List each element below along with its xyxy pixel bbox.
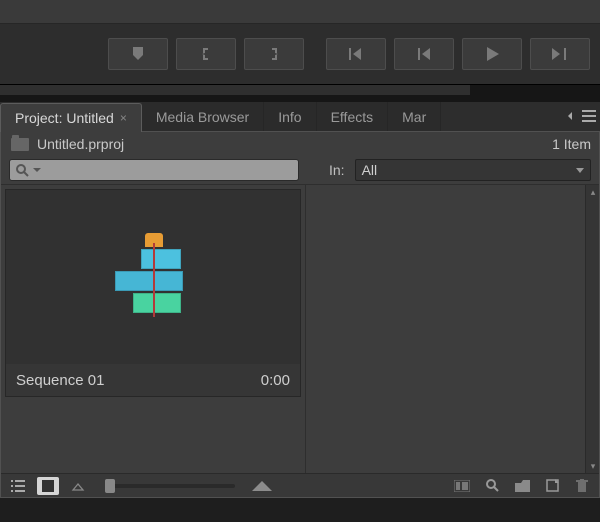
search-input[interactable] <box>9 159 299 181</box>
new-item-button[interactable] <box>541 477 563 495</box>
panel-tabs: Project: Untitled × Media Browser Info E… <box>0 102 600 132</box>
zoom-max-icon <box>251 477 273 495</box>
tab-label: Mar <box>402 109 426 125</box>
scroll-down-arrow[interactable]: ▾ <box>586 459 600 473</box>
brace-right-icon <box>267 47 281 61</box>
chevron-left-icon <box>568 112 572 120</box>
go-to-in-icon <box>347 48 365 60</box>
step-forward-button[interactable] <box>530 38 590 70</box>
filter-dropdown[interactable]: All <box>355 159 591 181</box>
brace-left-icon <box>199 47 213 61</box>
search-row: In: All <box>1 156 599 184</box>
panel-menu-button[interactable] <box>574 106 596 126</box>
play-button[interactable] <box>462 38 522 70</box>
thumbnail-zoom-slider[interactable] <box>105 484 235 488</box>
set-out-button[interactable] <box>244 38 304 70</box>
find-button[interactable] <box>481 477 503 495</box>
in-label: In: <box>329 162 345 178</box>
step-back-button[interactable] <box>394 38 454 70</box>
project-content: Sequence 01 0:00 ▴ ▾ <box>1 184 599 473</box>
folder-icon <box>515 480 530 492</box>
project-filename: Untitled.prproj <box>37 136 124 152</box>
dropdown-value: All <box>362 162 378 178</box>
thumbnail-area[interactable]: Sequence 01 0:00 <box>1 185 306 473</box>
delete-button[interactable] <box>571 477 593 495</box>
tab-label: Info <box>278 109 301 125</box>
list-view-button[interactable] <box>7 477 29 495</box>
play-icon <box>485 47 499 61</box>
project-header: Untitled.prproj 1 Item <box>1 132 599 156</box>
grid-icon <box>42 480 54 492</box>
sequence-icon <box>111 231 195 323</box>
film-icon <box>454 480 470 492</box>
tab-info[interactable]: Info <box>264 102 316 131</box>
search-icon <box>16 164 29 177</box>
tab-label: Project: Untitled <box>15 110 114 126</box>
chevron-down-icon <box>576 168 584 173</box>
trash-icon <box>576 479 588 492</box>
tab-markers[interactable]: Mar <box>388 102 441 131</box>
project-panel: Untitled.prproj 1 Item In: All <box>0 132 600 498</box>
vertical-scrollbar[interactable]: ▴ ▾ <box>585 185 599 473</box>
icon-view-button[interactable] <box>37 477 59 495</box>
clip-duration: 0:00 <box>261 372 290 389</box>
bin-icon <box>11 138 29 151</box>
tab-project[interactable]: Project: Untitled × <box>0 103 142 132</box>
automate-to-sequence-button[interactable] <box>451 477 473 495</box>
new-bin-button[interactable] <box>511 477 533 495</box>
sequence-preview <box>6 190 300 364</box>
tab-media-browser[interactable]: Media Browser <box>142 102 264 131</box>
panel-footer <box>1 473 599 497</box>
step-forward-icon <box>552 48 568 60</box>
search-icon <box>486 479 499 492</box>
step-back-icon <box>416 48 432 60</box>
tab-label: Media Browser <box>156 109 249 125</box>
tab-effects[interactable]: Effects <box>317 102 389 131</box>
clip-name: Sequence 01 <box>16 372 104 389</box>
list-icon <box>11 480 25 492</box>
empty-area[interactable]: ▴ ▾ <box>306 185 599 473</box>
slider-knob[interactable] <box>105 479 115 493</box>
zoom-min-icon <box>67 477 89 495</box>
mark-in-button[interactable] <box>108 38 168 70</box>
clip-meta: Sequence 01 0:00 <box>6 364 300 396</box>
go-to-in-button[interactable] <box>326 38 386 70</box>
set-in-button[interactable] <box>176 38 236 70</box>
small-triangle-icon <box>71 481 85 491</box>
close-tab-icon[interactable]: × <box>120 111 127 125</box>
chevron-down-icon <box>33 166 41 174</box>
scroll-up-arrow[interactable]: ▴ <box>586 185 600 199</box>
item-count: 1 Item <box>552 136 591 152</box>
new-item-icon <box>546 479 559 492</box>
tab-label: Effects <box>331 109 374 125</box>
clip-thumbnail[interactable]: Sequence 01 0:00 <box>5 189 301 397</box>
marker-shield-icon <box>130 47 146 61</box>
panel-separator <box>0 84 600 102</box>
large-triangle-icon <box>252 481 272 491</box>
top-toolbar-fragment <box>0 0 600 24</box>
player-controls <box>0 24 600 84</box>
